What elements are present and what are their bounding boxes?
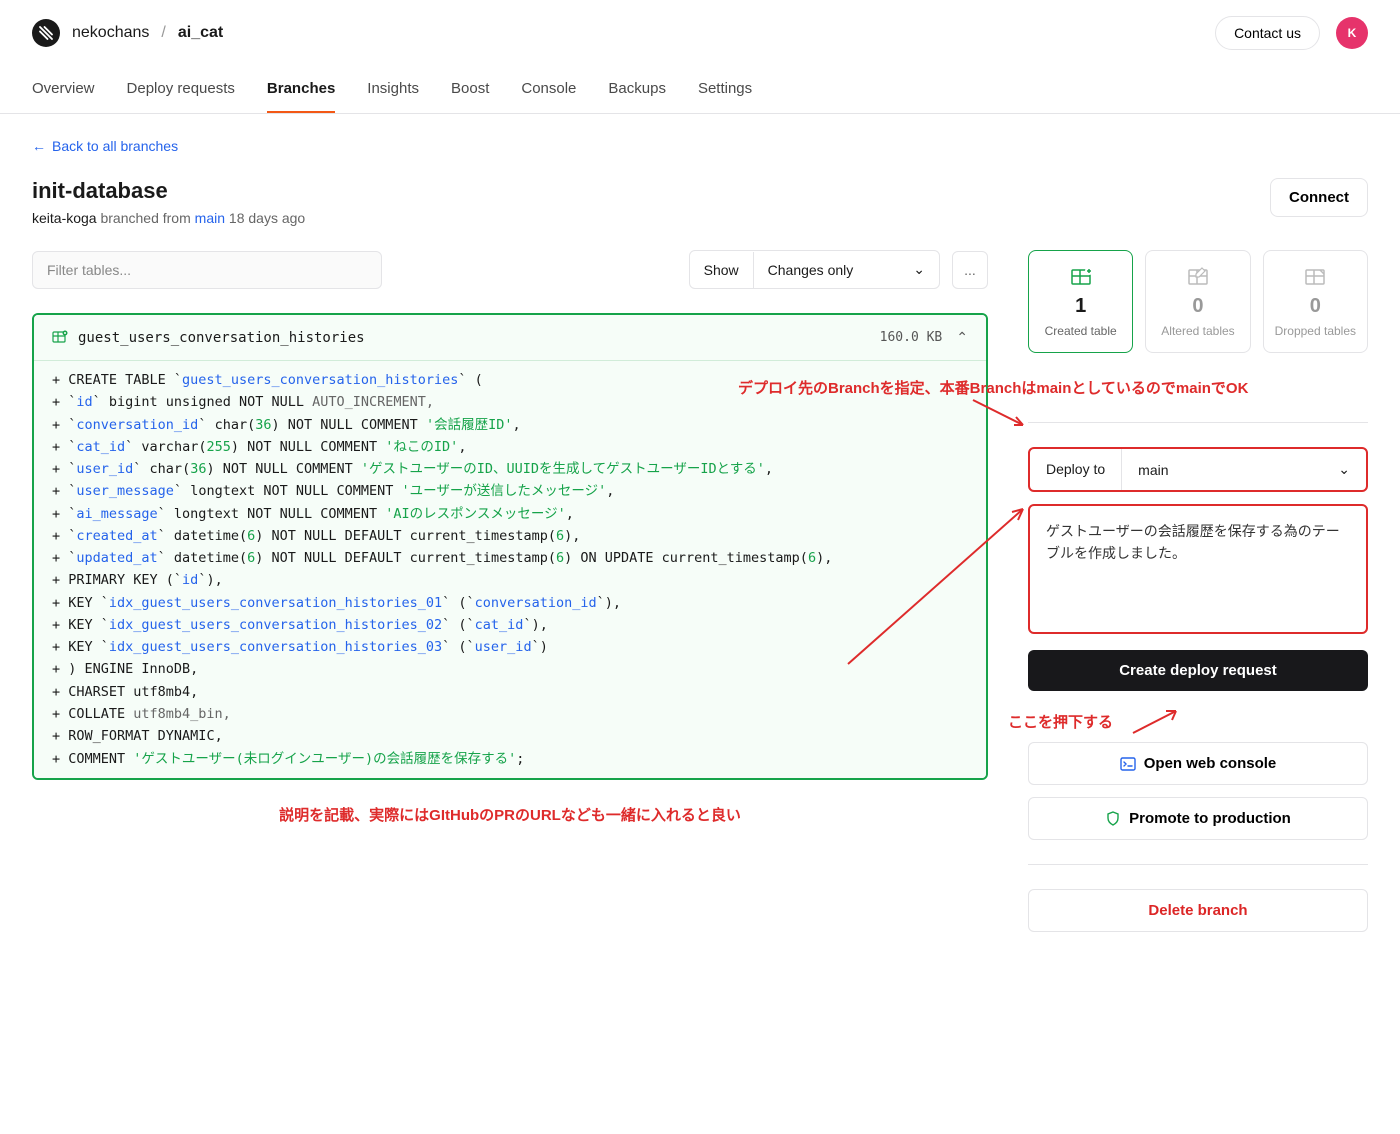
diff-line: + `user_message` longtext NOT NULL COMME… (34, 480, 986, 502)
tab-settings[interactable]: Settings (698, 70, 752, 113)
diff-table-name: guest_users_conversation_histories (78, 330, 365, 346)
stat-dropped: 0 Dropped tables (1263, 250, 1368, 353)
stat-altered-num: 0 (1192, 295, 1203, 318)
stat-dropped-label: Dropped tables (1275, 324, 1356, 338)
deploy-label: Deploy to (1030, 449, 1122, 490)
connect-button[interactable]: Connect (1270, 178, 1368, 217)
tab-insights[interactable]: Insights (367, 70, 419, 113)
filter-tables-input[interactable] (32, 251, 382, 289)
diff-header[interactable]: guest_users_conversation_histories 160.0… (34, 315, 986, 361)
tab-branches[interactable]: Branches (267, 70, 335, 113)
tab-boost[interactable]: Boost (451, 70, 489, 113)
deploy-value: main (1138, 462, 1168, 478)
contact-button[interactable]: Contact us (1215, 16, 1320, 50)
show-select[interactable]: Show Changes only ⌄ (689, 250, 940, 289)
diff-line: + `ai_message` longtext NOT NULL COMMENT… (34, 503, 986, 525)
promote-production-button[interactable]: Promote to production (1028, 797, 1368, 840)
stat-created: 1 Created table (1028, 250, 1133, 353)
branch-title: init-database (32, 178, 305, 204)
show-label: Show (690, 252, 754, 288)
delete-branch-button[interactable]: Delete branch (1028, 889, 1368, 932)
tab-console[interactable]: Console (521, 70, 576, 113)
table-created-icon (1069, 265, 1093, 289)
diff-line: + KEY `idx_guest_users_conversation_hist… (34, 636, 986, 658)
tab-overview[interactable]: Overview (32, 70, 95, 113)
stat-created-label: Created table (1045, 324, 1117, 338)
console-icon (1120, 756, 1136, 772)
branch-parent-link[interactable]: main (195, 210, 225, 226)
diff-body: + CREATE TABLE `guest_users_conversation… (34, 361, 986, 778)
diff-size: 160.0 KB (880, 330, 943, 345)
stat-altered: 0 Altered tables (1145, 250, 1250, 353)
diff-line: + `conversation_id` char(36) NOT NULL CO… (34, 414, 986, 436)
arrow-left-icon: ← (32, 138, 46, 154)
annotation-press: ここを押下する (1008, 714, 1113, 731)
breadcrumb-slash: / (161, 24, 165, 42)
tab-deploy-requests[interactable]: Deploy requests (127, 70, 235, 113)
diff-line: + `cat_id` varchar(255) NOT NULL COMMENT… (34, 436, 986, 458)
table-altered-icon (1186, 265, 1210, 289)
annotation-description: 説明を記載、実際にはGItHubのPRのURLなども一緒に入れると良い (32, 804, 988, 825)
db-name[interactable]: ai_cat (178, 24, 223, 42)
nav-tabs: Overview Deploy requests Branches Insights B… (0, 70, 1400, 114)
chevron-up-icon: ⌃ (956, 329, 968, 346)
diff-line: + `user_id` char(36) NOT NULL COMMENT 'ゲ… (34, 458, 986, 480)
deploy-to-select[interactable]: Deploy to main ⌄ (1028, 447, 1368, 492)
back-link[interactable]: ← Back to all branches (32, 138, 178, 154)
open-web-console-button[interactable]: Open web console (1028, 742, 1368, 785)
header: nekochans / ai_cat Contact us K (0, 0, 1400, 50)
stat-created-num: 1 (1075, 295, 1086, 318)
branch-user[interactable]: keita-koga (32, 210, 97, 226)
org-name[interactable]: nekochans (72, 24, 149, 42)
shield-icon (1105, 811, 1121, 827)
table-dropped-icon (1303, 265, 1327, 289)
chevron-down-icon: ⌄ (1338, 461, 1350, 478)
annotation-deploy: デプロイ先のBranchを指定、本番Branchはmainとしているのでmain… (738, 380, 1248, 397)
deploy-description-textarea[interactable]: ゲストユーザーの会話履歴を保存する為のテーブルを作成しました。 (1028, 504, 1368, 634)
diff-line: + `updated_at` datetime(6) NOT NULL DEFA… (34, 547, 986, 569)
diff-line: + PRIMARY KEY (`id`), (34, 569, 986, 591)
diff-line: + `created_at` datetime(6) NOT NULL DEFA… (34, 525, 986, 547)
more-button[interactable]: ... (952, 251, 988, 289)
diff-line: + KEY `idx_guest_users_conversation_hist… (34, 614, 986, 636)
create-deploy-request-button[interactable]: Create deploy request (1028, 650, 1368, 691)
diff-line: + CHARSET utf8mb4, (34, 681, 986, 703)
logo[interactable] (32, 19, 60, 47)
back-link-text: Back to all branches (52, 138, 178, 154)
diff-line: + COMMENT 'ゲストユーザー(未ログインユーザー)の会話履歴を保存する'… (34, 748, 986, 770)
stat-dropped-num: 0 (1310, 295, 1321, 318)
diff-line: + ROW_FORMAT DYNAMIC, (34, 725, 986, 747)
table-add-icon (52, 330, 68, 346)
branch-meta: keita-koga branched from main 18 days ag… (32, 210, 305, 226)
avatar[interactable]: K (1336, 17, 1368, 49)
diff-line: + COLLATE utf8mb4_bin, (34, 703, 986, 725)
chevron-down-icon: ⌄ (913, 261, 925, 278)
branch-age: 18 days ago (229, 210, 305, 226)
stat-altered-label: Altered tables (1161, 324, 1234, 338)
tab-backups[interactable]: Backups (608, 70, 666, 113)
show-value: Changes only (768, 262, 854, 278)
diff-line: + KEY `idx_guest_users_conversation_hist… (34, 592, 986, 614)
diff-line: + ) ENGINE InnoDB, (34, 658, 986, 680)
